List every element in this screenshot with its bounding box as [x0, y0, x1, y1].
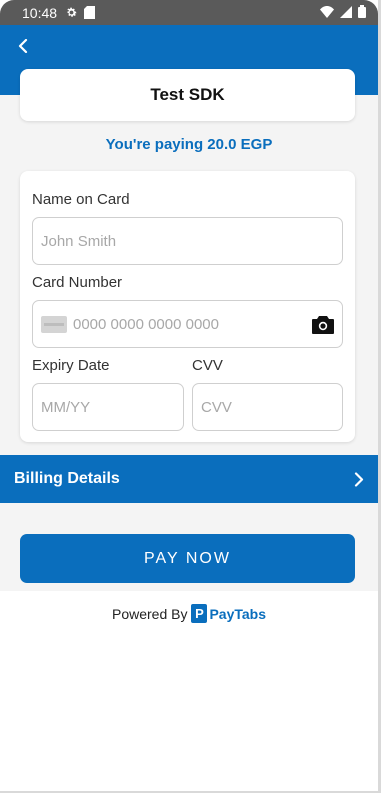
billing-details-label: Billing Details	[14, 470, 120, 487]
payment-amount: You're paying 20.0 EGP	[105, 136, 273, 153]
cvv-input[interactable]	[201, 398, 342, 416]
back-button[interactable]	[12, 35, 34, 57]
name-on-card-input[interactable]	[41, 232, 342, 250]
scan-card-button[interactable]	[312, 315, 334, 335]
back-arrow-icon	[18, 39, 28, 53]
card-number-input[interactable]	[73, 315, 342, 333]
sim-card-icon	[84, 6, 96, 19]
card-form: Name on Card Card Number Expiry Date CVV	[20, 171, 355, 442]
credit-card-icon	[41, 315, 67, 333]
wifi-icon	[320, 5, 334, 21]
status-time: 10:48	[22, 4, 58, 21]
status-bar: 10:48	[0, 0, 378, 25]
expiry-date-field[interactable]	[32, 383, 184, 431]
chevron-right-icon	[354, 471, 364, 487]
name-on-card-field[interactable]	[32, 217, 343, 265]
name-on-card-label: Name on Card	[32, 191, 130, 208]
paytabs-logo-icon: P	[191, 604, 208, 623]
signal-icon	[340, 5, 352, 21]
camera-icon	[312, 316, 334, 334]
billing-details-row[interactable]: Billing Details	[0, 455, 378, 503]
pay-now-button[interactable]: PAY NOW	[20, 534, 355, 583]
powered-by-label: Powered By	[111, 605, 188, 622]
expiry-date-input[interactable]	[41, 398, 183, 416]
status-indicators	[320, 4, 366, 21]
card-number-field[interactable]	[32, 300, 343, 348]
battery-icon	[358, 4, 366, 21]
cvv-label: CVV	[192, 357, 223, 374]
merchant-title-card: Test SDK	[20, 69, 355, 121]
card-number-label: Card Number	[32, 274, 123, 291]
cvv-field[interactable]	[192, 383, 343, 431]
page-title: Test SDK	[150, 85, 225, 104]
gear-icon	[65, 6, 78, 19]
expiry-date-label: Expiry Date	[32, 357, 110, 374]
brand-name: PayTabs	[209, 605, 267, 622]
powered-by-footer: Powered By P PayTabs	[0, 604, 378, 623]
pay-now-label: PAY NOW	[144, 549, 231, 567]
